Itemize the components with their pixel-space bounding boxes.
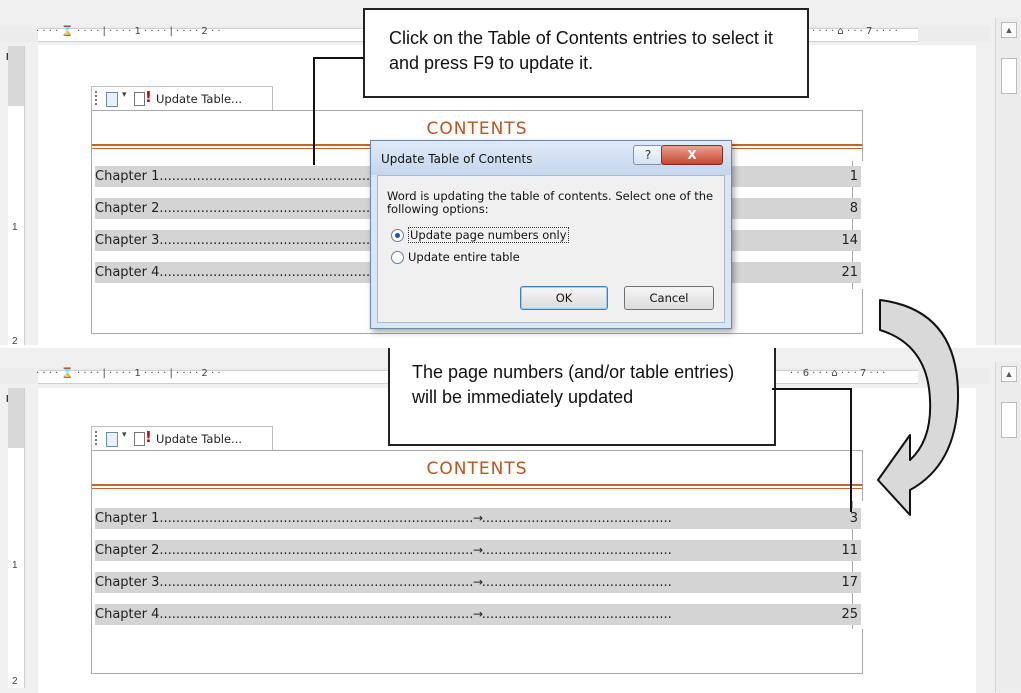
update-table-icon <box>134 432 145 446</box>
vertical-ruler-mark: 1 <box>12 560 18 571</box>
toc-page-number: 1 <box>847 166 858 187</box>
dialog-title: Update Table of Contents <box>381 152 533 166</box>
grip-handle-icon[interactable] <box>95 431 100 445</box>
ruler-marks-right: · · · · ⌂ · · · 7 · · · · <box>812 26 898 37</box>
ok-button[interactable]: OK <box>520 286 608 310</box>
toc-entry-label: Chapter 3. <box>95 233 164 248</box>
vertical-ruler[interactable]: 1 2 <box>8 388 25 688</box>
callout-pointer <box>772 388 850 390</box>
update-table-button[interactable]: Update Table... <box>156 432 242 446</box>
toc-page-number: 14 <box>839 230 858 251</box>
table-of-contents[interactable]: CONTENTS Chapter 1......................… <box>91 450 863 674</box>
vertical-scrollbar[interactable]: ▲ <box>995 362 1021 692</box>
vertical-ruler-mark: 1 <box>12 222 18 233</box>
result-callout: The page numbers (and/or table entries) … <box>388 348 776 446</box>
curved-arrow-icon <box>877 299 960 516</box>
scroll-thumb[interactable] <box>1001 402 1017 438</box>
grip-handle-icon[interactable] <box>95 91 100 105</box>
chevron-down-icon[interactable]: ▾ <box>122 90 127 100</box>
dialog-titlebar[interactable]: Update Table of Contents ? X <box>371 141 731 175</box>
update-table-button[interactable]: Update Table... <box>156 92 242 106</box>
chevron-down-icon[interactable]: ▾ <box>122 430 127 440</box>
callout-pointer <box>313 57 315 165</box>
scroll-up-button[interactable]: ▲ <box>1001 366 1017 382</box>
update-table-icon <box>134 92 145 106</box>
toc-leader: ........................................… <box>163 575 672 590</box>
toc-entry-label: Chapter 1. <box>95 511 164 526</box>
ruler-marks-left: · · · · ⌛ · · · · | · · · · 1 · · · · | … <box>36 26 221 37</box>
toc-entry-label: Chapter 4. <box>95 607 164 622</box>
toc-entry[interactable]: Chapter 2...............................… <box>95 540 861 561</box>
toc-entry[interactable]: Chapter 1...............................… <box>95 508 861 529</box>
tab-arrow-icon: → <box>473 508 484 529</box>
toc-page-number: 17 <box>839 572 858 593</box>
contents-heading: CONTENTS <box>426 119 528 139</box>
scroll-thumb[interactable] <box>1001 58 1017 94</box>
alert-icon: ! <box>145 428 152 446</box>
word-window-after: L · · · · ⌛ · · · · | · · · · 1 · · · · … <box>0 348 1021 693</box>
tab-arrow-icon: → <box>473 540 484 561</box>
option-page-numbers-only[interactable]: Update page numbers only <box>391 227 569 243</box>
scroll-up-button[interactable]: ▲ <box>1001 22 1017 38</box>
vertical-ruler[interactable]: 1 2 <box>8 46 25 345</box>
instruction-callout: Click on the Table of Contents entries t… <box>363 8 809 98</box>
option-label: Update page numbers only <box>408 227 569 243</box>
dialog-message: Word is updating the table of contents. … <box>387 189 714 216</box>
vertical-scrollbar[interactable]: ▲ <box>995 18 1021 345</box>
callout-pointer <box>313 57 365 59</box>
callout-text: The page numbers (and/or table entries) … <box>412 362 735 407</box>
dialog-body: Word is updating the table of contents. … <box>377 175 725 323</box>
vertical-ruler-mark: 2 <box>12 336 18 345</box>
toc-content-control-tab[interactable]: ▾ ! Update Table... <box>91 86 273 112</box>
toc-page-number: 8 <box>847 198 858 219</box>
option-label: Update entire table <box>408 250 520 264</box>
help-button[interactable]: ? <box>633 145 663 165</box>
toc-leader: ........................................… <box>163 511 672 526</box>
toc-entry-label: Chapter 2. <box>95 201 164 216</box>
toc-entry-label: Chapter 4. <box>95 265 164 280</box>
callout-pointer <box>850 388 852 512</box>
ruler-marks-left: · · · · ⌛ · · · · | · · · · 1 · · · · | … <box>36 368 221 379</box>
toc-leader: ........................................… <box>163 607 672 622</box>
toc-entry-label: Chapter 2. <box>95 543 164 558</box>
toc-entry-label: Chapter 3. <box>95 575 164 590</box>
contents-heading: CONTENTS <box>426 459 528 479</box>
toc-entry-label: Chapter 1. <box>95 169 164 184</box>
toc-menu-icon[interactable] <box>106 432 118 447</box>
toc-content-control-tab[interactable]: ▾ ! Update Table... <box>91 426 273 452</box>
callout-text: Click on the Table of Contents entries t… <box>389 28 773 73</box>
alert-icon: ! <box>145 88 152 106</box>
toc-entry[interactable]: Chapter 3...............................… <box>95 572 861 593</box>
tab-arrow-icon: → <box>473 572 484 593</box>
update-toc-dialog: Update Table of Contents ? X Word is upd… <box>370 140 732 329</box>
option-entire-table[interactable]: Update entire table <box>391 250 520 264</box>
cancel-button[interactable]: Cancel <box>624 286 714 310</box>
toc-page-number: 11 <box>839 540 858 561</box>
toc-page-number: 21 <box>839 262 858 283</box>
toc-menu-icon[interactable] <box>106 92 118 107</box>
tab-arrow-icon: → <box>473 604 484 625</box>
radio-unselected-icon[interactable] <box>391 251 404 264</box>
toc-entry[interactable]: Chapter 4...............................… <box>95 604 861 625</box>
toc-leader: ........................................… <box>163 543 672 558</box>
word-window-before: L · · · · ⌛ · · · · | · · · · 1 · · · · … <box>0 0 1021 345</box>
radio-selected-icon[interactable] <box>391 229 404 242</box>
toc-page-number: 25 <box>839 604 858 625</box>
vertical-ruler-mark: 2 <box>12 676 18 687</box>
close-button[interactable]: X <box>661 145 723 165</box>
